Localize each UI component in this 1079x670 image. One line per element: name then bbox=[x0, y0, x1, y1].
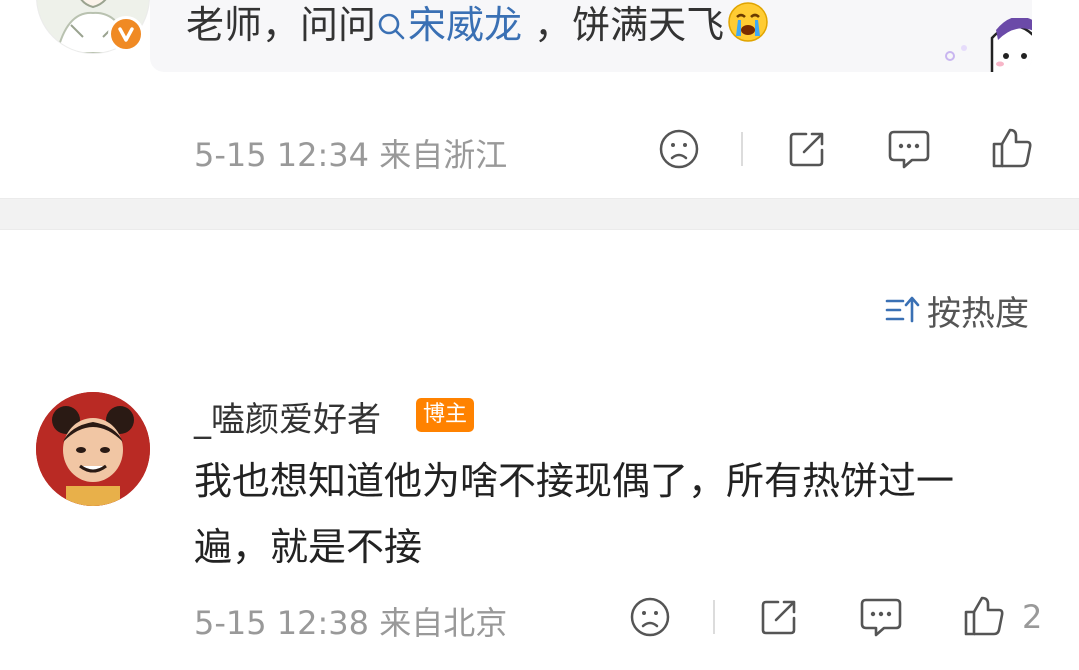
comment-card-top: 老师，问问 宋威龙 ，饼满天飞 5-15 12:34 来自浙江 bbox=[0, 0, 1079, 198]
share-icon[interactable] bbox=[758, 596, 800, 638]
action-divider bbox=[713, 600, 715, 634]
sticker-illustration bbox=[945, 18, 1032, 72]
comment-icon[interactable] bbox=[886, 128, 932, 170]
reply-quote-bubble[interactable]: 老师，问问 宋威龙 ，饼满天飞 bbox=[150, 0, 1032, 72]
crying-emoji-icon bbox=[728, 2, 768, 42]
sort-by-hot-button[interactable]: 按热度 bbox=[885, 288, 1029, 334]
sad-face-icon[interactable] bbox=[629, 596, 671, 638]
like-count: 2 bbox=[1022, 598, 1043, 636]
sort-icon bbox=[885, 296, 920, 323]
avatar[interactable] bbox=[36, 392, 150, 506]
quote-suffix: ，饼满天飞 bbox=[522, 3, 725, 47]
quote-prefix: 老师，问问 bbox=[186, 3, 377, 47]
comment-text: 我也想知道他为啥不接现偶了，所有热饼过一遍，就是不接 bbox=[194, 459, 955, 569]
sad-face-icon[interactable] bbox=[658, 128, 700, 170]
mention-link[interactable]: 宋威龙 bbox=[376, 3, 522, 47]
like-icon[interactable] bbox=[990, 126, 1034, 170]
comment-meta: 5-15 12:38 来自北京 bbox=[194, 604, 508, 642]
section-separator bbox=[0, 198, 1079, 230]
like-icon[interactable] bbox=[962, 594, 1006, 638]
search-icon bbox=[378, 13, 405, 40]
verified-badge bbox=[108, 16, 144, 52]
sort-label: 按热度 bbox=[927, 293, 1029, 334]
comment-meta: 5-15 12:34 来自浙江 bbox=[194, 136, 508, 174]
blogger-tag: 博主 bbox=[416, 398, 475, 432]
action-divider bbox=[741, 132, 743, 166]
username[interactable]: _嗑颜爱好者 bbox=[194, 392, 381, 441]
quote-text: 老师，问问 宋威龙 ，饼满天飞 bbox=[186, 0, 770, 49]
mention-name: 宋威龙 bbox=[408, 3, 523, 47]
share-icon[interactable] bbox=[786, 128, 828, 170]
comment-icon[interactable] bbox=[858, 596, 904, 638]
